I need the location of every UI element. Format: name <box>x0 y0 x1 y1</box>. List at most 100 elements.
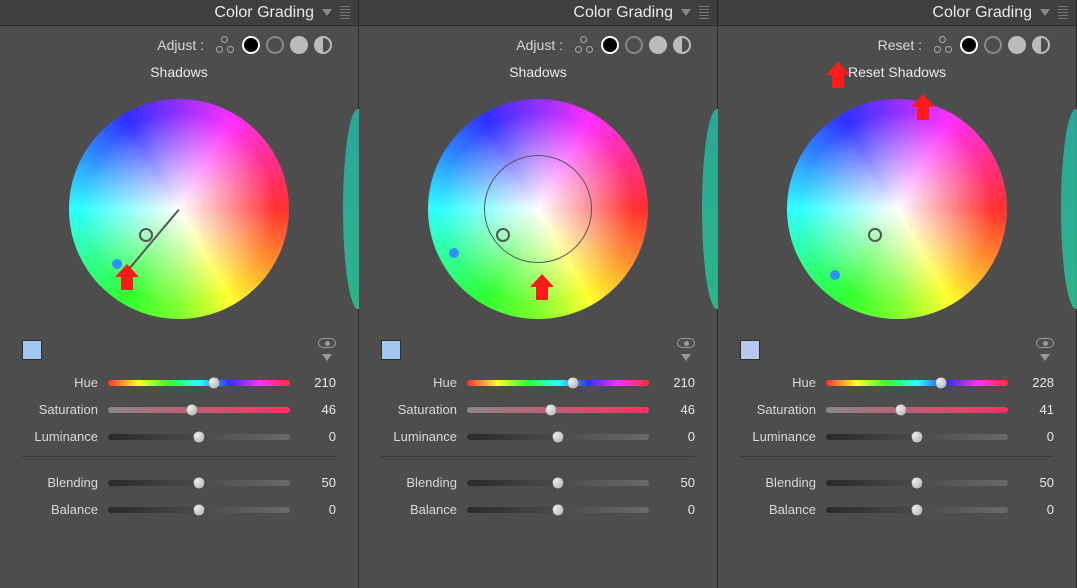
saturation-slider-row: Saturation 46 <box>22 402 336 417</box>
blending-slider[interactable] <box>467 480 649 486</box>
sliders-group: Hue 228 Saturation 41 Luminance 0 <box>718 365 1076 448</box>
adjust-label: Reset : <box>878 37 922 53</box>
mode-global-icon[interactable] <box>1032 36 1050 54</box>
luminance-value: 0 <box>1018 429 1054 444</box>
adjust-label: Adjust : <box>157 37 204 53</box>
hue-slider[interactable] <box>467 380 649 386</box>
balance-label: Balance <box>22 502 98 517</box>
luminance-slider[interactable] <box>467 434 649 440</box>
mode-shadows-icon[interactable] <box>601 36 619 54</box>
blending-value: 50 <box>300 475 336 490</box>
saturation-label: Saturation <box>381 402 457 417</box>
color-swatch[interactable] <box>22 340 42 360</box>
adjust-label: Adjust : <box>516 37 563 53</box>
panel-menu-icon[interactable] <box>1040 9 1050 16</box>
hue-slider-row: Hue 210 <box>381 375 695 390</box>
panel-grip-icon[interactable] <box>1058 6 1068 20</box>
color-wheel[interactable] <box>69 99 289 319</box>
blending-label: Blending <box>381 475 457 490</box>
swatch-row <box>0 334 358 365</box>
hue-slider[interactable] <box>826 380 1008 386</box>
mode-highlights-icon[interactable] <box>290 36 308 54</box>
visibility-eye-icon[interactable] <box>677 338 695 348</box>
mode-highlights-icon[interactable] <box>1008 36 1026 54</box>
adjust-mode-row: Adjust : <box>0 26 358 58</box>
blending-slider-row: Blending 50 <box>740 475 1054 490</box>
blend-sliders-group: Blending 50 Balance 0 <box>0 465 358 521</box>
blending-slider[interactable] <box>826 480 1008 486</box>
mode-midtones-icon[interactable] <box>984 36 1002 54</box>
blending-label: Blending <box>740 475 816 490</box>
visibility-eye-icon[interactable] <box>318 338 336 348</box>
color-swatch[interactable] <box>381 340 401 360</box>
saturation-value: 46 <box>300 402 336 417</box>
hue-slider-row: Hue 210 <box>22 375 336 390</box>
color-wheel-area <box>718 84 1076 334</box>
color-swatch[interactable] <box>740 340 760 360</box>
mode-shadows-icon[interactable] <box>242 36 260 54</box>
annotation-arrow-icon <box>112 262 142 292</box>
hue-label: Hue <box>740 375 816 390</box>
mode-3way-icon[interactable] <box>932 36 954 54</box>
saturation-value: 46 <box>659 402 695 417</box>
balance-slider[interactable] <box>467 507 649 513</box>
balance-label: Balance <box>381 502 457 517</box>
sliders-group: Hue 210 Saturation 46 Luminance 0 <box>359 365 717 448</box>
color-wheel[interactable] <box>787 99 1007 319</box>
hue-value: 210 <box>659 375 695 390</box>
swatch-row <box>359 334 717 365</box>
hue-slider[interactable] <box>108 380 290 386</box>
panel-title: Color Grading <box>573 4 673 22</box>
disclosure-triangle-icon[interactable] <box>681 354 691 361</box>
panel-menu-icon[interactable] <box>322 9 332 16</box>
blend-sliders-group: Blending 50 Balance 0 <box>359 465 717 521</box>
luminance-value: 0 <box>300 429 336 444</box>
luminance-slider[interactable] <box>108 434 290 440</box>
mode-midtones-icon[interactable] <box>625 36 643 54</box>
disclosure-triangle-icon[interactable] <box>322 354 332 361</box>
blending-value: 50 <box>659 475 695 490</box>
blending-slider[interactable] <box>108 480 290 486</box>
mode-midtones-icon[interactable] <box>266 36 284 54</box>
luminance-slider[interactable] <box>826 434 1008 440</box>
saturation-slider[interactable] <box>826 407 1008 413</box>
visibility-eye-icon[interactable] <box>1036 338 1054 348</box>
blending-slider-row: Blending 50 <box>22 475 336 490</box>
color-grading-panel: Color Grading Adjust : Shadows <box>359 0 718 588</box>
saturation-slider-row: Saturation 46 <box>381 402 695 417</box>
mode-3way-icon[interactable] <box>214 36 236 54</box>
color-grading-panel: Color Grading Adjust : Shadows <box>0 0 359 588</box>
mode-global-icon[interactable] <box>673 36 691 54</box>
panel-title: Color Grading <box>214 4 314 22</box>
hue-label: Hue <box>381 375 457 390</box>
panel-menu-icon[interactable] <box>681 9 691 16</box>
hue-label: Hue <box>22 375 98 390</box>
saturation-slider[interactable] <box>108 407 290 413</box>
luminance-label: Luminance <box>22 429 98 444</box>
annotation-arrow-icon <box>823 60 853 90</box>
mode-shadows-icon[interactable] <box>960 36 978 54</box>
annotation-arrow-icon <box>527 272 557 302</box>
balance-slider[interactable] <box>108 507 290 513</box>
disclosure-triangle-icon[interactable] <box>1040 354 1050 361</box>
hue-value: 210 <box>300 375 336 390</box>
blending-value: 50 <box>1018 475 1054 490</box>
balance-slider-row: Balance 0 <box>740 502 1054 517</box>
adjacent-wheel-peek[interactable] <box>1061 109 1077 309</box>
mode-global-icon[interactable] <box>314 36 332 54</box>
mode-highlights-icon[interactable] <box>649 36 667 54</box>
balance-value: 0 <box>300 502 336 517</box>
hue-value: 228 <box>1018 375 1054 390</box>
saturation-value: 41 <box>1018 402 1054 417</box>
balance-slider[interactable] <box>826 507 1008 513</box>
mode-3way-icon[interactable] <box>573 36 595 54</box>
color-wheel-area <box>0 84 358 334</box>
divider <box>381 456 695 457</box>
luminance-label: Luminance <box>740 429 816 444</box>
wheel-subtitle: Reset Shadows <box>718 58 1076 84</box>
saturation-slider[interactable] <box>467 407 649 413</box>
panel-grip-icon[interactable] <box>340 6 350 20</box>
luminance-value: 0 <box>659 429 695 444</box>
panel-grip-icon[interactable] <box>699 6 709 20</box>
adjust-mode-row: Reset : <box>718 26 1076 58</box>
